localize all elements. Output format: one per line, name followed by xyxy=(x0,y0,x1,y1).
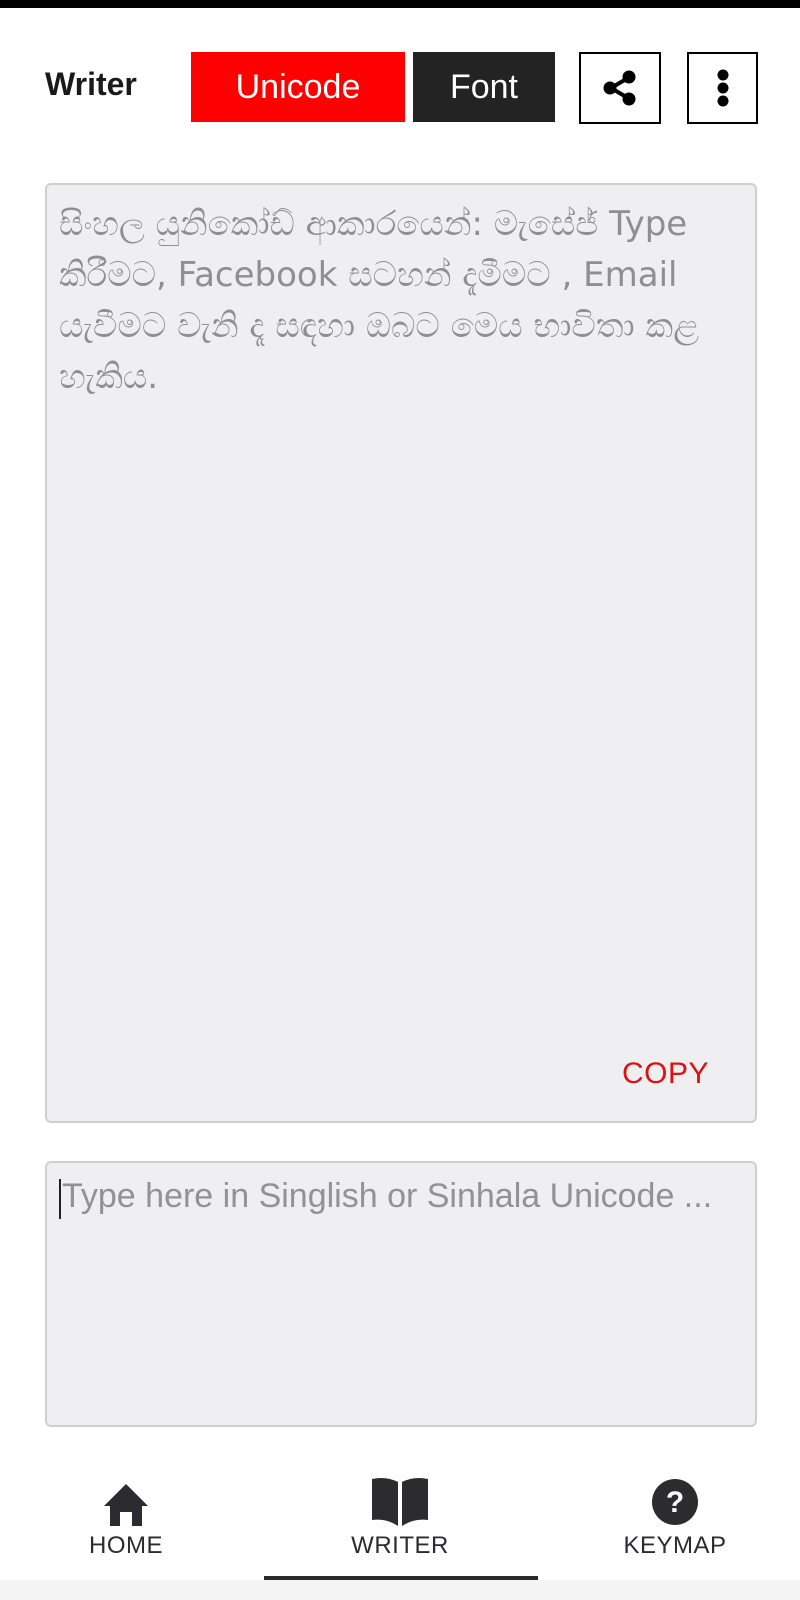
nav-item-home[interactable]: HOME xyxy=(36,1470,216,1570)
nav-label-home: HOME xyxy=(89,1532,163,1559)
nav-label-writer: WRITER xyxy=(351,1532,449,1559)
output-textarea[interactable]: සිංහල යුනිකෝඩ් ආකාරයෙන්: මැසේජ් Type කිර… xyxy=(45,183,757,1123)
nav-label-keymap: KEYMAP xyxy=(623,1532,727,1559)
input-placeholder: Type here in Singlish or Sinhala Unicode… xyxy=(62,1177,713,1215)
book-icon xyxy=(372,1478,428,1526)
font-button[interactable]: Font xyxy=(413,52,555,122)
help-circle-icon: ? xyxy=(652,1479,698,1525)
nav-item-keymap[interactable]: ? KEYMAP xyxy=(585,1470,765,1570)
unicode-button[interactable]: Unicode xyxy=(191,52,405,122)
bottom-navigation: HOME WRITER ? KEYMAP xyxy=(0,1470,800,1580)
input-textarea[interactable]: Type here in Singlish or Sinhala Unicode… xyxy=(45,1161,757,1427)
status-bar xyxy=(0,0,800,8)
output-placeholder: සිංහල යුනිකෝඩ් ආකාරයෙන්: මැසේජ් Type කිර… xyxy=(59,204,700,397)
share-icon xyxy=(603,70,636,106)
share-button[interactable] xyxy=(579,52,661,124)
text-cursor xyxy=(59,1179,61,1219)
home-icon xyxy=(104,1484,148,1526)
more-vertical-icon xyxy=(717,69,728,107)
svg-text:?: ? xyxy=(666,1486,684,1519)
header: Writer Unicode Font xyxy=(0,50,800,125)
page-title: Writer xyxy=(45,66,137,102)
more-options-button[interactable] xyxy=(687,52,758,124)
copy-button[interactable]: COPY xyxy=(622,1057,709,1091)
nav-item-writer[interactable]: WRITER xyxy=(310,1470,490,1570)
system-navigation-bar xyxy=(0,1580,800,1600)
